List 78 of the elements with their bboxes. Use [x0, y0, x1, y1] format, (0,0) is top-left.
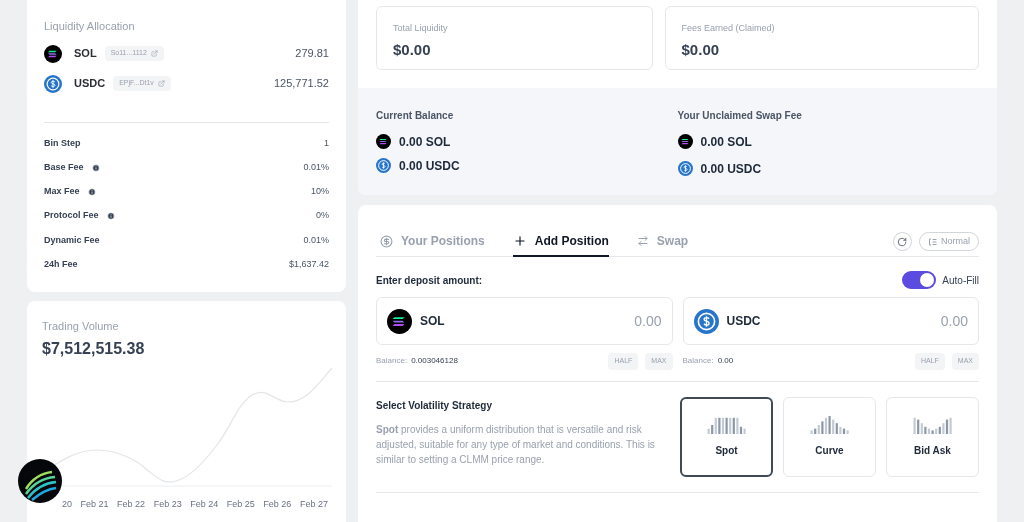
balance-title: Current Balance	[376, 109, 455, 123]
balance-label: Balance:	[682, 355, 714, 368]
param-label: Base Fee	[44, 161, 84, 175]
info-icon	[91, 163, 100, 172]
auto-fill-toggle[interactable]	[902, 271, 937, 289]
distribution-icon	[706, 415, 747, 434]
amount-input[interactable]: 0.00	[581, 310, 662, 332]
deposit-label: Enter deposit amount:	[376, 273, 483, 288]
param-label: Max Fee	[44, 185, 80, 199]
logo-icon[interactable]	[18, 459, 62, 503]
axis-label: Feb 22	[117, 497, 146, 511]
refresh-icon	[897, 236, 908, 247]
external-link-icon	[157, 80, 165, 87]
axis-label: Feb 26	[263, 497, 292, 511]
stat-label: Fees Earned (Claimed)	[681, 22, 776, 35]
token-symbol: USDC	[74, 76, 106, 92]
strategy-option[interactable]: Curve	[783, 396, 876, 477]
token-icon	[677, 161, 693, 176]
volume-value: $7,512,515.38	[42, 338, 146, 359]
chart-title: Trading Volume	[42, 319, 120, 334]
axis-label: Feb 24	[190, 497, 219, 511]
strategy-option[interactable]: Spot	[680, 396, 773, 477]
token-icon	[44, 44, 62, 63]
param-value: 0.01%	[303, 161, 329, 175]
distribution-icon	[809, 415, 850, 434]
param-value: 0.01%	[303, 233, 329, 247]
param-label: Dynamic Fee	[44, 233, 100, 247]
tab[interactable]: Swap	[636, 227, 689, 257]
info-icon	[106, 212, 115, 221]
token-icon	[376, 158, 391, 173]
tab[interactable]: Your Positions	[380, 227, 485, 257]
balance-amount: 0.00 USDC	[399, 157, 460, 175]
axis-label: Feb 23	[153, 497, 182, 511]
token-symbol: SOL	[420, 313, 445, 330]
token-amount: 279.81	[295, 46, 329, 62]
axis-label: Feb 21	[80, 497, 109, 511]
strategy-description: Spot provides a uniform distribution that is versatile and risk adjusted, suitable for any type of market and conditions. This is similar to setting a CLMM price range.	[376, 422, 656, 467]
token-icon	[44, 74, 62, 93]
balance-amount: 0.00 SOL	[700, 133, 752, 151]
param-value: 0%	[316, 209, 329, 223]
balance-label: Balance:	[376, 355, 408, 368]
param-value: $1,637.42	[288, 257, 329, 271]
token-icon	[376, 134, 391, 149]
balance-value: 0.003046128	[411, 355, 458, 368]
axis-label: Feb 27	[299, 497, 328, 511]
balance-amount: 0.00 USDC	[700, 160, 762, 178]
token-icon	[387, 308, 412, 334]
info-icon	[87, 187, 96, 196]
param-label: Bin Step	[44, 136, 81, 150]
auto-fill-label: Auto-Fill	[942, 273, 979, 288]
distribution-icon	[912, 415, 953, 434]
token-icon	[693, 308, 719, 334]
param-value: 10%	[311, 185, 329, 199]
stat-label: Total Liquidity	[393, 22, 449, 35]
token-icon	[677, 134, 693, 149]
axis-label: 20	[62, 497, 72, 511]
axis-label: Feb 25	[226, 497, 255, 511]
strategy-option[interactable]: Bid Ask	[886, 396, 979, 477]
param-label: Protocol Fee	[44, 209, 99, 223]
stat-value: $0.00	[393, 39, 432, 60]
tab[interactable]: Add Position	[512, 227, 609, 257]
plus-icon	[512, 234, 527, 248]
balance-amount: 0.00 SOL	[399, 133, 451, 151]
dollar-icon	[380, 234, 393, 248]
filter-icon	[928, 237, 937, 246]
param-label: 24h Fee	[44, 257, 78, 271]
strategy-title: Select Volatility Strategy	[376, 398, 493, 413]
balance-title: Your Unclaimed Swap Fee	[677, 109, 803, 123]
token-symbol: USDC	[726, 313, 761, 330]
swap-icon	[636, 235, 649, 247]
section-title: Liquidity Allocation	[44, 19, 136, 34]
token-amount: 125,771.52	[273, 76, 329, 92]
param-value: 1	[324, 136, 329, 150]
amount-input[interactable]: 0.00	[888, 310, 968, 332]
token-symbol: SOL	[74, 46, 97, 62]
stat-value: $0.00	[681, 39, 721, 60]
balance-value: 0.00	[717, 355, 734, 368]
external-link-icon	[150, 50, 158, 57]
